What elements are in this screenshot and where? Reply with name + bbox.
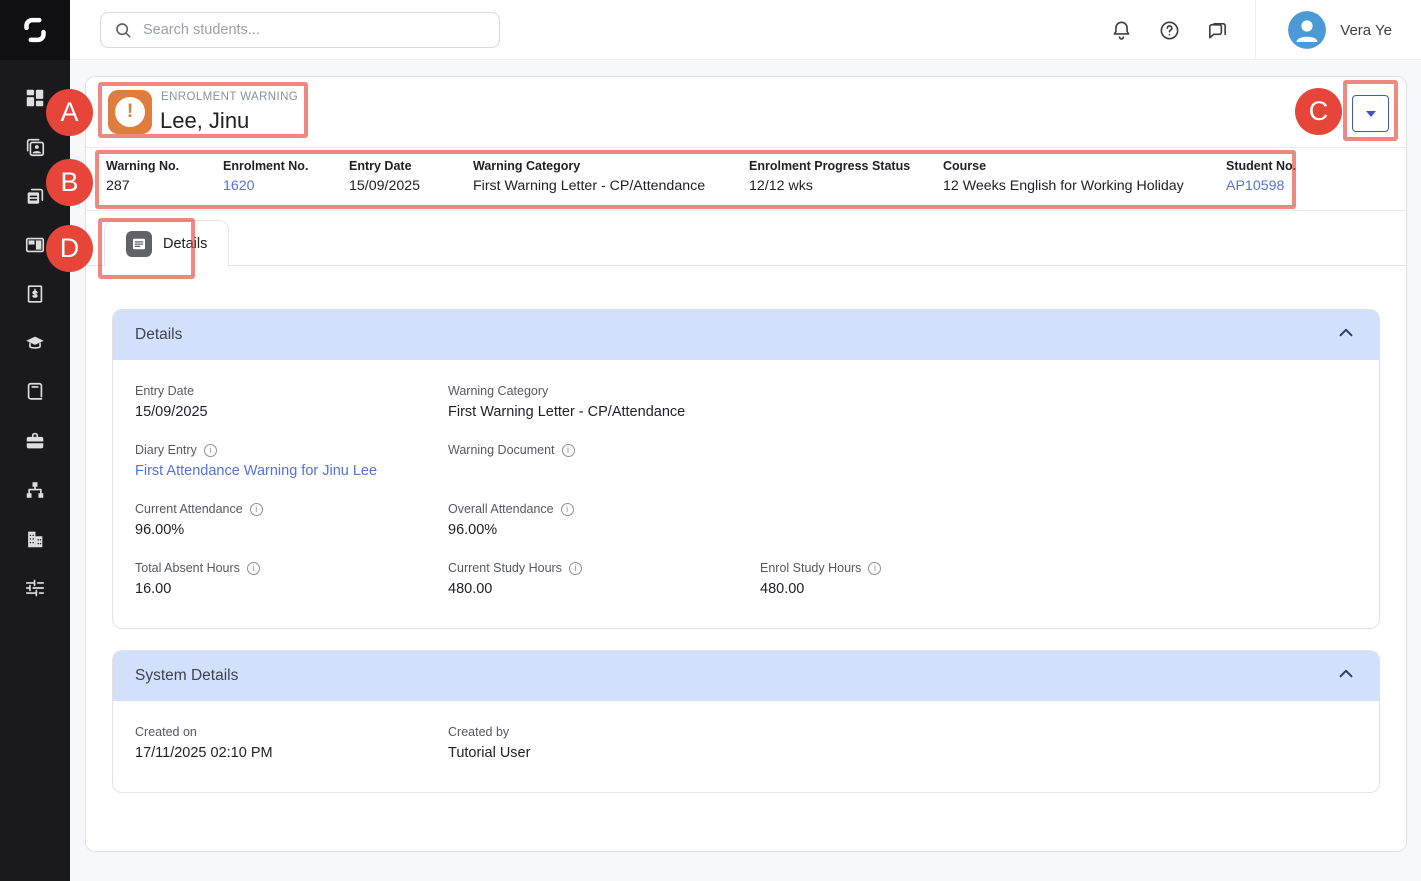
- invoices-icon[interactable]: [23, 282, 47, 306]
- students-icon[interactable]: [23, 135, 47, 159]
- details-section: Details Entry Date 15/09/2025 Warning Ca…: [112, 309, 1380, 629]
- details-section-title: Details: [135, 326, 182, 344]
- app-logo-icon[interactable]: [0, 0, 70, 60]
- field-warning-document: Warning Document: [448, 443, 760, 480]
- topbar-divider: [1255, 0, 1256, 60]
- field-created-by: Created by Tutorial User: [448, 725, 760, 762]
- settings-icon[interactable]: [23, 576, 47, 600]
- info-icon: [250, 503, 263, 516]
- summary-warning-category: Warning Category First Warning Letter - …: [473, 148, 749, 210]
- field-current-study-hours: Current Study Hours 480.00: [448, 561, 760, 598]
- info-icon: [562, 444, 575, 457]
- chevron-up-icon[interactable]: [1335, 663, 1357, 690]
- work-icon[interactable]: [23, 429, 47, 453]
- topbar: Vera Ye: [70, 0, 1421, 60]
- system-details-section-title: System Details: [135, 667, 238, 685]
- user-name[interactable]: Vera Ye: [1340, 22, 1392, 39]
- details-section-body: Entry Date 15/09/2025 Warning Category F…: [113, 360, 1379, 628]
- page-title: Lee, Jinu: [160, 108, 249, 134]
- book-icon[interactable]: [23, 380, 47, 404]
- actions-dropdown-button[interactable]: [1352, 95, 1389, 132]
- field-enrol-study-hours: Enrol Study Hours 480.00: [760, 561, 1357, 598]
- caret-down-icon: [1366, 111, 1376, 117]
- enrolment-warning-card: ! ENROLMENT WARNING Lee, Jinu Warning No…: [85, 76, 1407, 852]
- field-overall-attendance: Overall Attendance 96.00%: [448, 502, 760, 539]
- summary-entry-date: Entry Date 15/09/2025: [349, 148, 473, 210]
- field-warning-category: Warning Category First Warning Letter - …: [448, 384, 760, 421]
- sidebar-nav: [0, 86, 70, 600]
- layout-icon[interactable]: [23, 233, 47, 257]
- info-icon: [247, 562, 260, 575]
- field-total-absent-hours: Total Absent Hours 16.00: [135, 561, 448, 598]
- chat-icon[interactable]: [1205, 18, 1229, 42]
- info-icon: [204, 444, 217, 457]
- system-details-section: System Details Created on 17/11/2025 02:…: [112, 650, 1380, 793]
- summary-enrolment-no: Enrolment No. 1620: [223, 148, 349, 210]
- field-diary-entry: Diary Entry First Attendance Warning for…: [135, 443, 448, 480]
- info-icon: [569, 562, 582, 575]
- info-icon: [561, 503, 574, 516]
- field-entry-date: Entry Date 15/09/2025: [135, 384, 448, 421]
- tab-details[interactable]: Details: [104, 220, 229, 267]
- system-details-section-body: Created on 17/11/2025 02:10 PM Created b…: [113, 701, 1379, 792]
- field-current-attendance: Current Attendance 96.00%: [135, 502, 448, 539]
- tab-details-label: Details: [163, 236, 207, 252]
- search-input[interactable]: [143, 22, 487, 38]
- summary-progress-status: Enrolment Progress Status 12/12 wks: [749, 148, 943, 210]
- summary-field-row: Warning No. 287 Enrolment No. 1620 Entry…: [86, 148, 1406, 211]
- enrolment-no-link[interactable]: 1620: [223, 178, 255, 194]
- sidebar: [0, 0, 70, 881]
- user-avatar[interactable]: [1288, 11, 1326, 49]
- details-tab-icon: [126, 231, 152, 257]
- search-icon: [113, 20, 133, 40]
- enrolment-warning-icon: !: [108, 90, 152, 134]
- tab-strip: Details: [86, 211, 1406, 266]
- dashboard-icon[interactable]: [23, 86, 47, 110]
- summary-student-no: Student No. AP10598: [1226, 148, 1406, 210]
- search-box[interactable]: [100, 12, 500, 48]
- system-details-section-header[interactable]: System Details: [113, 651, 1379, 701]
- record-type-label: ENROLMENT WARNING: [161, 91, 298, 103]
- summary-warning-no: Warning No. 287: [106, 148, 223, 210]
- company-icon[interactable]: [23, 527, 47, 551]
- help-icon[interactable]: [1157, 18, 1181, 42]
- info-icon: [868, 562, 881, 575]
- details-section-header[interactable]: Details: [113, 310, 1379, 360]
- documents-icon[interactable]: [23, 184, 47, 208]
- summary-course: Course 12 Weeks English for Working Holi…: [943, 148, 1226, 210]
- courses-icon[interactable]: [23, 331, 47, 355]
- chevron-up-icon[interactable]: [1335, 322, 1357, 349]
- diary-entry-link[interactable]: First Attendance Warning for Jinu Lee: [135, 463, 377, 479]
- student-no-link[interactable]: AP10598: [1226, 178, 1284, 194]
- agents-icon[interactable]: [23, 478, 47, 502]
- topbar-right: Vera Ye: [1085, 0, 1421, 60]
- record-header: ! ENROLMENT WARNING Lee, Jinu: [86, 77, 1406, 148]
- notifications-bell-icon[interactable]: [1109, 18, 1133, 42]
- tab-content: Details Entry Date 15/09/2025 Warning Ca…: [86, 266, 1406, 793]
- field-created-on: Created on 17/11/2025 02:10 PM: [135, 725, 448, 762]
